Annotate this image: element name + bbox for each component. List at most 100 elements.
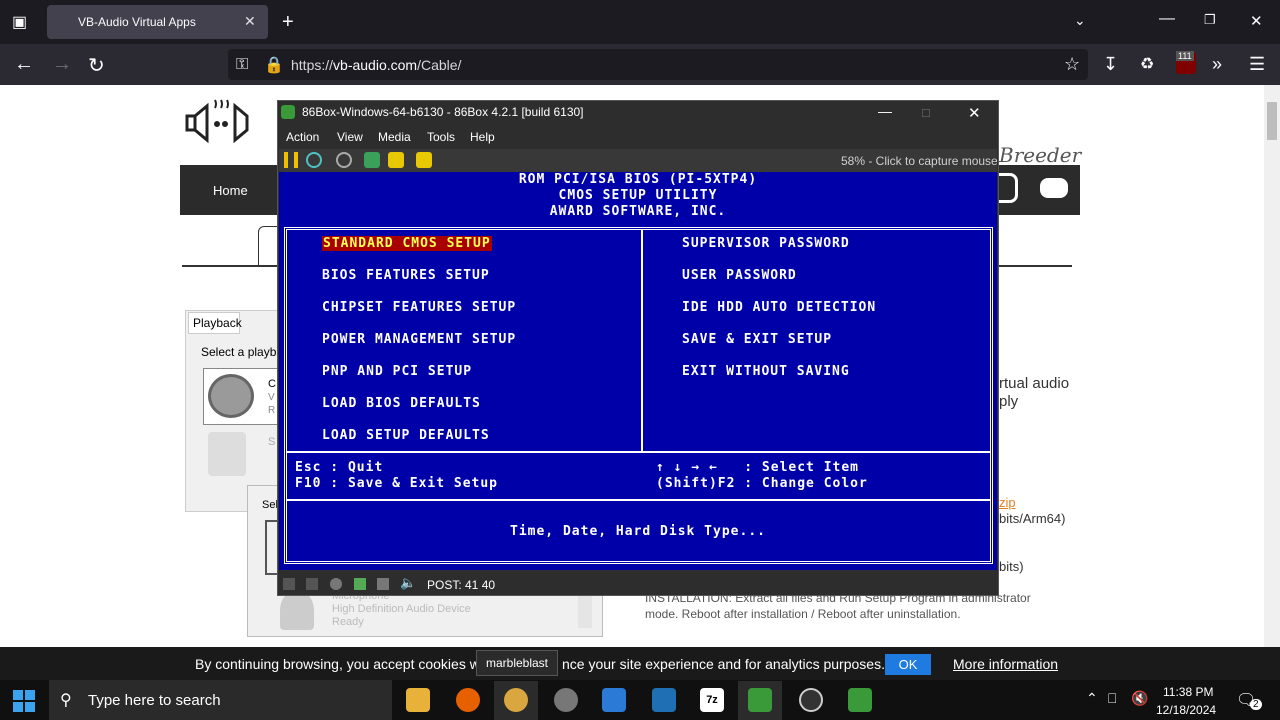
cookie-ok-button[interactable]: OK [885,654,931,675]
file-explorer-icon[interactable] [406,688,430,712]
emulator-close-icon[interactable]: ✕ [968,104,981,122]
photos-icon[interactable] [652,688,676,712]
reload-icon[interactable]: ↻ [88,53,105,78]
nav-home-link[interactable]: Home [213,183,248,198]
extension-badge: 111 [1176,51,1194,61]
screenshot-icon[interactable] [388,152,404,168]
device1-status: R [268,405,276,416]
menu-view[interactable]: View [337,130,363,144]
url-host: vb-audio.com [333,57,418,73]
tray-display-icon[interactable]: ⎕ [1108,690,1116,707]
bios-help-color: (Shift)F2 : Change Color [656,476,868,491]
speedometer-icon[interactable] [799,688,823,712]
bios-header-1: ROM PCI/ISA BIOS (PI-5XTP4) [518,172,758,187]
7zip-icon[interactable]: 7z [700,688,724,712]
bits-arm64-text: bits/Arm64) [999,511,1066,526]
back-icon[interactable]: ← [14,53,34,76]
tray-chevron-up-icon[interactable]: ⌃ [1086,690,1098,707]
bios-item-load-setup-defaults[interactable]: LOAD SETUP DEFAULTS [322,428,490,443]
status-cdrom-icon[interactable] [330,578,342,590]
zip-download-link[interactable]: zip [999,495,1016,510]
tray-volume-icon[interactable]: 🔇 [1131,690,1148,707]
bios-item-supervisor-password[interactable]: SUPERVISOR PASSWORD [682,236,850,251]
speaker-icon [208,374,254,418]
marbleblast-icon[interactable] [504,688,528,712]
taskbar-tooltip: marbleblast [476,650,558,676]
tray-time[interactable]: 11:38 PM [1163,685,1213,699]
bios-item-standard-cmos[interactable]: STANDARD CMOS SETUP [322,236,492,251]
extensions-icon[interactable]: ♻ [1140,54,1154,74]
close-tab-icon[interactable]: ✕ [244,13,256,30]
bios-item-power-management[interactable]: POWER MANAGEMENT SETUP [322,332,516,347]
status-floppy2-icon[interactable] [306,578,318,590]
power-icon[interactable] [336,152,352,168]
speaker2-icon [208,432,246,476]
bios-divider-2 [286,499,991,501]
capture-mouse-hint[interactable]: 58% - Click to capture mouse [841,154,998,168]
bios-item-save-exit[interactable]: SAVE & EXIT SETUP [682,332,832,347]
bios-item-load-bios-defaults[interactable]: LOAD BIOS DEFAULTS [322,396,481,411]
browser-tab[interactable]: VB-Audio Virtual Apps ✕ [47,5,268,39]
bios-item-ide-hdd-detection[interactable]: IDE HDD AUTO DETECTION [682,300,876,315]
pause-icon[interactable] [284,152,298,168]
fullscreen-icon[interactable] [416,152,432,168]
settings-gear-icon[interactable] [364,152,380,168]
tray-date[interactable]: 12/18/2024 [1156,703,1216,717]
menu-tools[interactable]: Tools [427,130,455,144]
search-placeholder[interactable]: Type here to search [88,692,221,709]
more-information-link[interactable]: More information [953,656,1058,672]
close-window-icon[interactable]: ✕ [1250,12,1263,30]
settings-icon[interactable] [554,688,578,712]
lock-icon[interactable]: 🔒 [264,55,284,75]
firefox-icon[interactable] [456,688,480,712]
mic-device: High Definition Audio Device [332,603,471,615]
virtualbox-icon[interactable] [602,688,626,712]
notepad-plus-icon[interactable] [848,688,872,712]
status-sound-icon[interactable]: 🔈 [400,575,416,591]
page-scroll-thumb[interactable] [1267,102,1277,140]
discord-icon[interactable] [1040,178,1068,198]
86box-taskbar-icon[interactable] [748,688,772,712]
post-code: POST: 41 40 [427,578,496,592]
chevron-down-icon[interactable]: ⌄ [1074,12,1086,29]
bios-screen[interactable]: ROM PCI/ISA BIOS (PI-5XTP4) CMOS SETUP U… [279,172,997,570]
playback-tab[interactable]: Playback [188,312,242,334]
mic-level-meter [578,596,592,628]
windows-start-icon[interactable] [13,690,35,712]
forward-icon[interactable]: → [52,53,72,76]
bios-item-chipset-features[interactable]: CHIPSET FEATURES SETUP [322,300,516,315]
page-scrollbar[interactable] [1264,85,1280,686]
device1-name: C [268,378,276,390]
url-text[interactable]: https://vb-audio.com/Cable/ [291,57,461,73]
menu-action[interactable]: Action [286,130,319,144]
bios-item-pnp-pci[interactable]: PNP AND PCI SETUP [322,364,472,379]
status-floppy-icon[interactable] [283,578,295,590]
bios-help-select: ↑ ↓ → ← : Select Item [656,460,860,475]
tab-list-icon[interactable]: ▣ [12,12,27,32]
bios-item-exit-without-saving[interactable]: EXIT WITHOUT SAVING [682,364,850,379]
device1-detail: V [268,392,275,403]
install-line2: mode. Reboot after installation / Reboot… [645,607,961,621]
bios-item-bios-features[interactable]: BIOS FEATURES SETUP [322,268,490,283]
bookmark-star-icon[interactable]: ☆ [1064,54,1080,75]
restore-icon[interactable]: ❐ [1204,12,1216,28]
new-tab-icon[interactable]: + [282,11,294,34]
emulator-maximize-icon[interactable]: □ [922,105,930,120]
vb-audio-logo-icon[interactable] [185,98,257,148]
ctrl-alt-del-icon[interactable] [306,152,322,168]
brand-text: Breeder [999,143,1082,167]
shield-icon[interactable]: ⚿ [236,56,248,74]
overflow-menu-icon[interactable]: » [1212,54,1222,75]
menu-media[interactable]: Media [378,130,411,144]
status-network-icon[interactable] [354,578,366,590]
menu-help[interactable]: Help [470,130,495,144]
minimize-icon[interactable]: — [1159,10,1175,28]
emulator-minimize-icon[interactable]: — [878,103,892,119]
bios-item-user-password[interactable]: USER PASSWORD [682,268,797,283]
url-path: /Cable/ [417,57,462,73]
hamburger-menu-icon[interactable]: ☰ [1249,54,1265,75]
download-icon[interactable]: ↧ [1103,54,1118,75]
status-hdd-icon[interactable] [377,578,389,590]
page-text-line2: ply [999,393,1019,410]
mic-status: Ready [332,616,364,628]
